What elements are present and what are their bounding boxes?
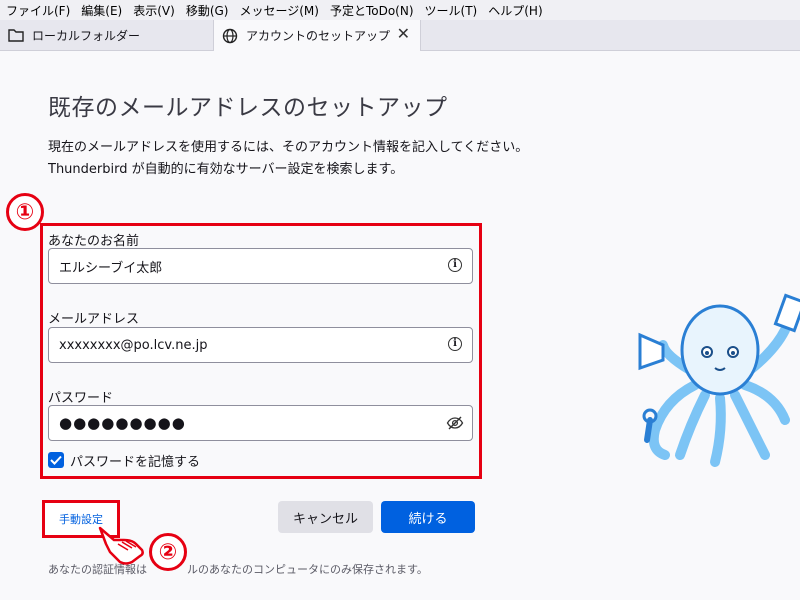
remember-password-label[interactable]: パスワードを記憶する [70, 451, 200, 470]
email-label: メールアドレス [48, 312, 140, 327]
menu-help[interactable]: ヘルプ(H) [482, 2, 547, 19]
tab-local-folders[interactable]: ローカルフォルダー [0, 20, 210, 50]
pointing-hand-icon [96, 522, 148, 570]
info-icon[interactable]: i [448, 337, 462, 351]
page-title: 既存のメールアドレスのセットアップ [48, 95, 448, 121]
tab-label: ローカルフォルダー [32, 28, 141, 43]
info-icon[interactable]: i [448, 258, 462, 272]
password-field[interactable]: ●●●●●●●●● [48, 405, 473, 441]
name-label: あなたのお名前 [48, 234, 140, 249]
menu-go[interactable]: 移動(G) [180, 2, 234, 19]
menu-bar: ファイル(F) 編集(E) 表示(V) 移動(G) メッセージ(M) 予定とTo… [0, 0, 800, 20]
menu-tools[interactable]: ツール(T) [419, 2, 483, 19]
tab-account-setup[interactable]: アカウントのセットアップ ✕ [213, 20, 421, 51]
page-description: 現在のメールアドレスを使用するには、そのアカウント情報を記入してください。 Th… [48, 137, 528, 181]
email-field[interactable]: xxxxxxxx@po.lcv.ne.jp i [48, 327, 473, 363]
tab-bar: ローカルフォルダー アカウントのセットアップ ✕ [0, 20, 800, 51]
email-value: xxxxxxxx@po.lcv.ne.jp [59, 337, 208, 353]
name-field[interactable]: エルシーブイ太郎 i [48, 248, 473, 284]
menu-edit[interactable]: 編集(E) [75, 2, 127, 19]
tab-label: アカウントのセットアップ [246, 29, 391, 43]
menu-file[interactable]: ファイル(F) [0, 2, 75, 19]
globe-icon [222, 28, 238, 44]
remember-password-checkbox[interactable] [48, 452, 64, 468]
thunderbird-mascot-illustration [635, 290, 800, 474]
password-value: ●●●●●●●●● [59, 414, 186, 432]
password-label: パスワード [48, 391, 114, 406]
step-marker-2: ② [149, 533, 187, 571]
hide-password-icon[interactable] [446, 415, 464, 435]
close-tab-icon[interactable]: ✕ [397, 26, 410, 42]
cancel-button[interactable]: キャンセル [278, 501, 373, 533]
continue-button[interactable]: 続ける [381, 501, 475, 533]
footnote-tail: ルのあなたのコンピュータにのみ保存されます。 [187, 563, 428, 576]
menu-message[interactable]: メッセージ(M) [233, 2, 323, 19]
folder-icon [8, 27, 24, 43]
checkmark-icon [50, 455, 62, 465]
name-value: エルシーブイ太郎 [59, 260, 163, 276]
description-line-1: 現在のメールアドレスを使用するには、そのアカウント情報を記入してください。 [48, 140, 529, 155]
menu-view[interactable]: 表示(V) [127, 2, 180, 19]
menu-events-tasks[interactable]: 予定とToDo(N) [324, 2, 419, 19]
description-line-2: Thunderbird が自動的に有効なサーバー設定を検索します。 [48, 162, 404, 177]
step-marker-1: ① [6, 193, 44, 231]
